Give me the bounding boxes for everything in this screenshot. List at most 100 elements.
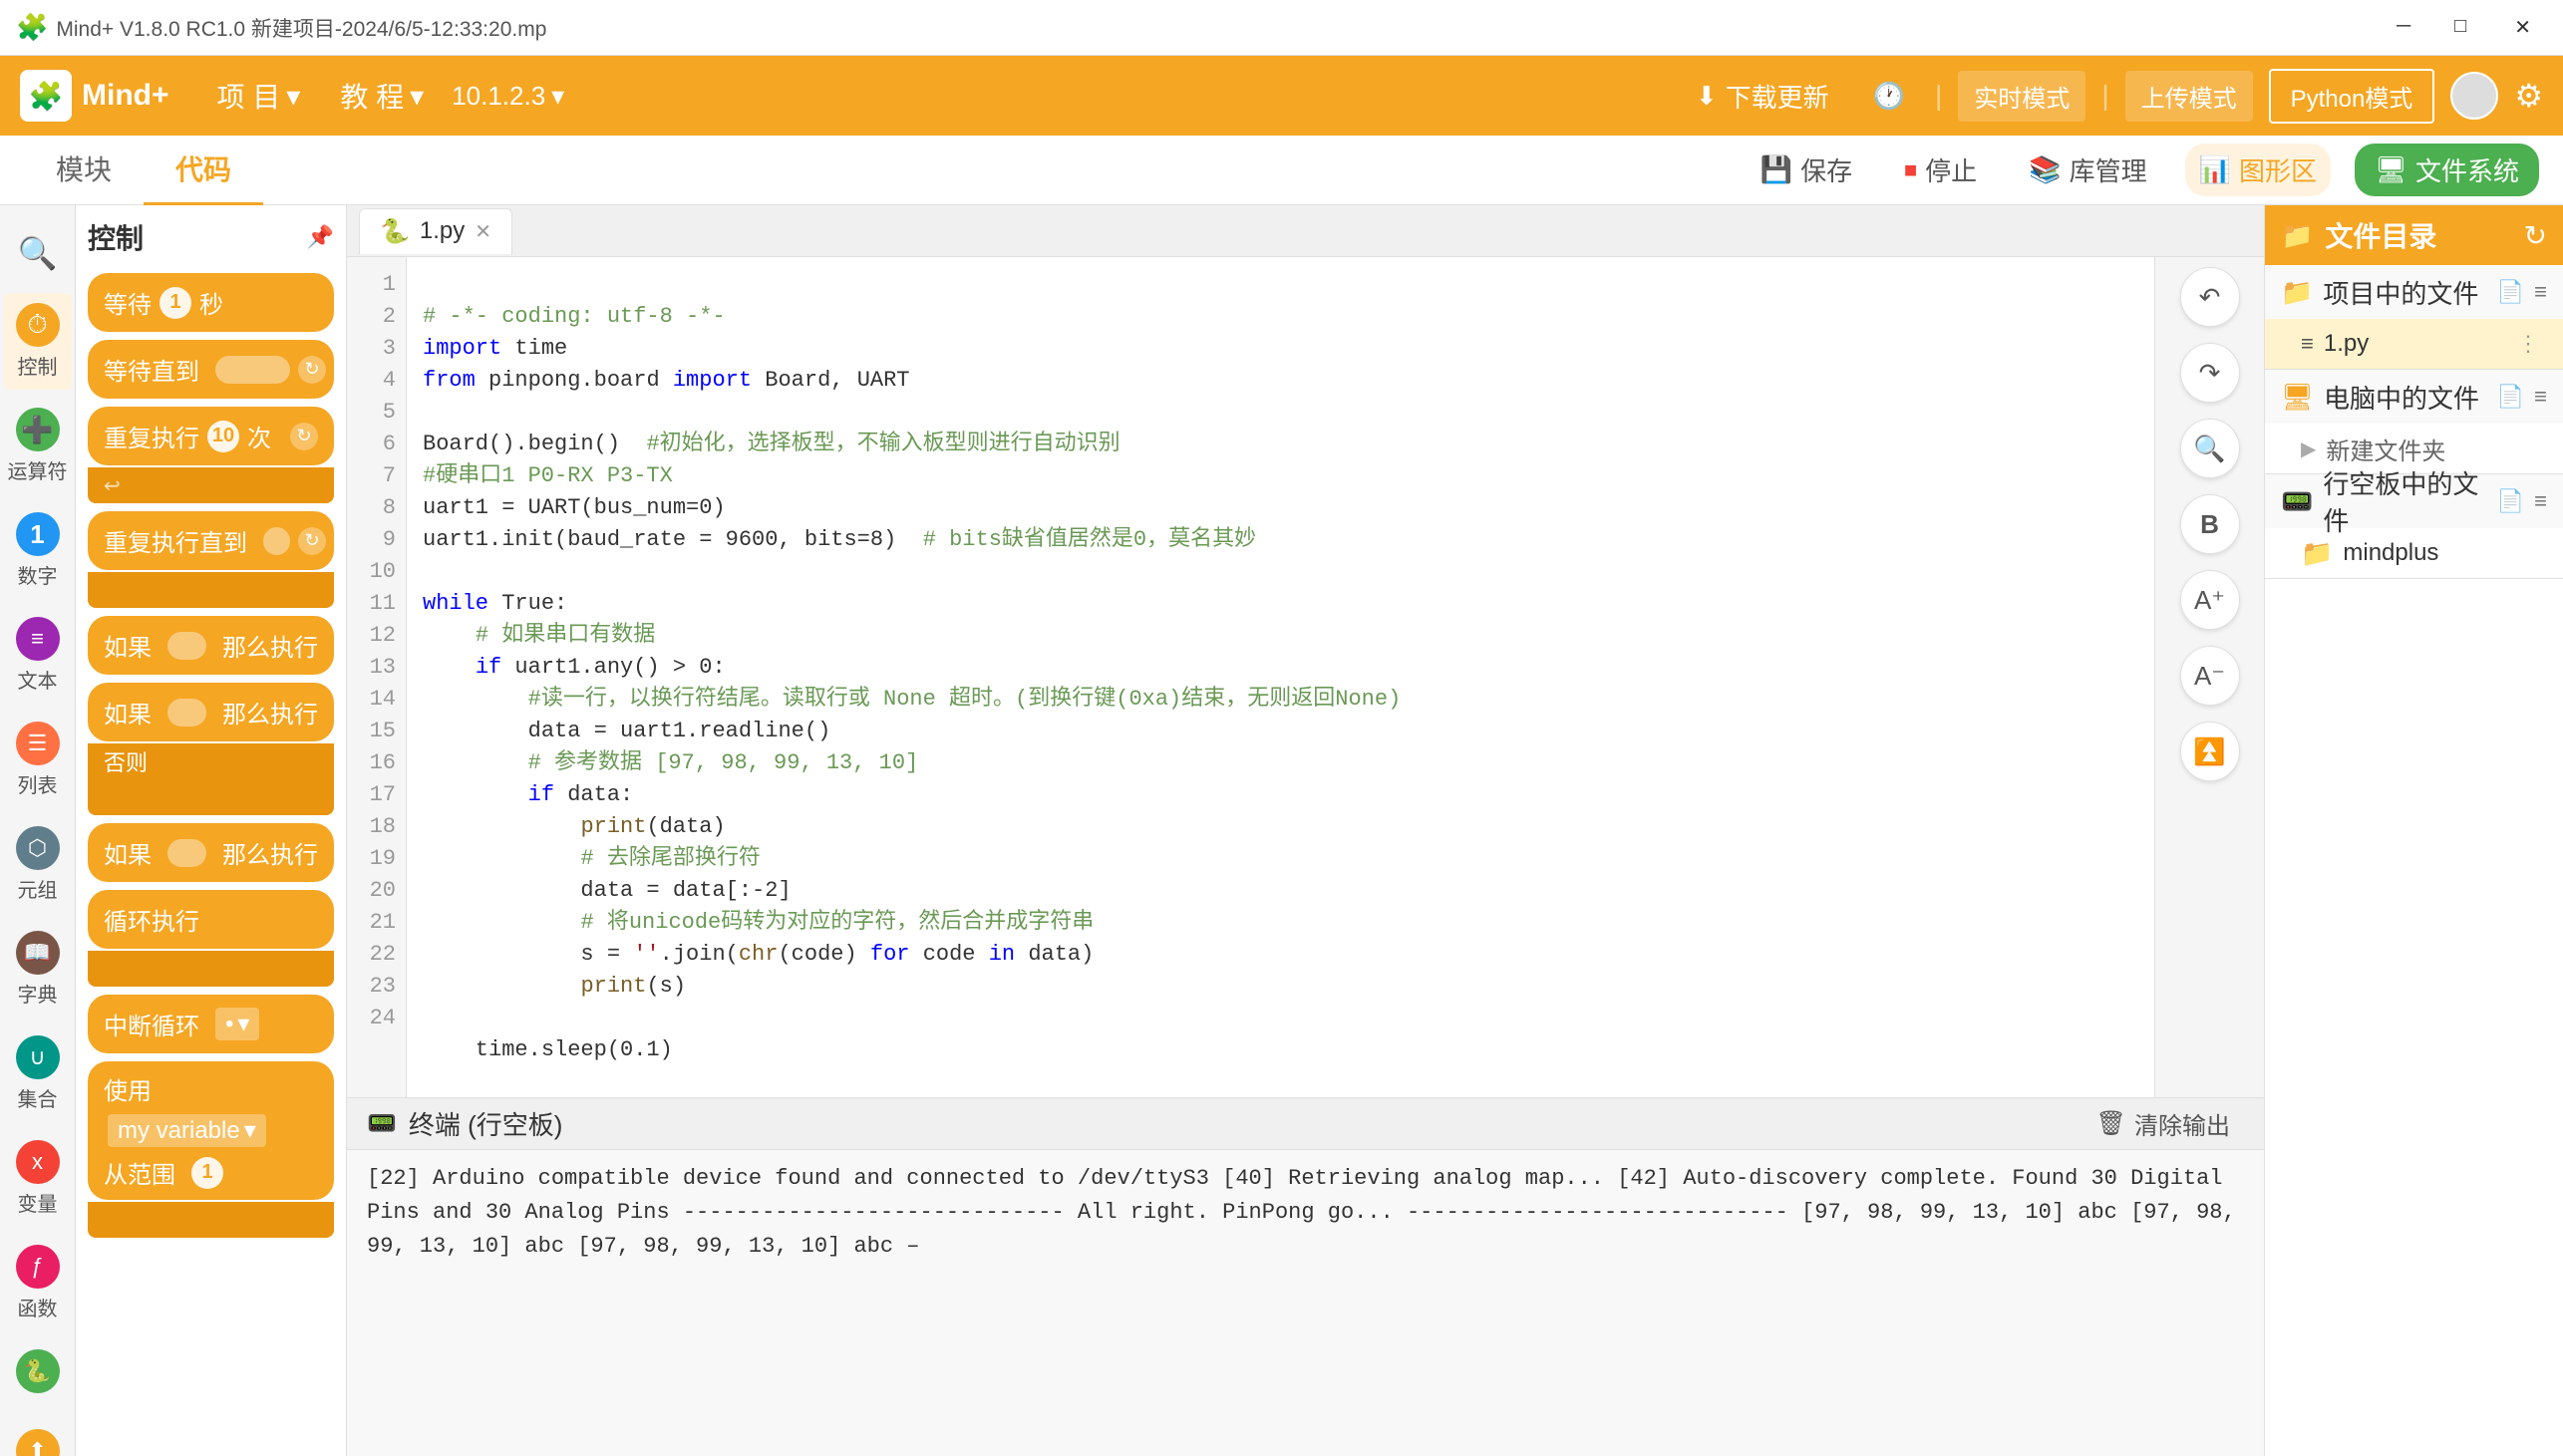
python-mode-button[interactable]: Python模式 [2269,69,2435,124]
computer-files-header[interactable]: 🖥 电脑中的文件 📄 ≡ [2265,370,2563,424]
download-update-button[interactable]: ⬇ 下载更新 [1682,70,1843,123]
board-files-header[interactable]: 📟 行空板中的文件 📄 ≡ [2265,474,2563,528]
wait-label: 等待 [104,285,152,320]
block-repeat[interactable]: 重复执行 10 次 ↻ [88,407,334,465]
text-icon: ≡ [31,626,44,652]
project-menu-icon[interactable]: ≡ [2534,279,2547,305]
realtime-clock-button[interactable]: 🕐 [1859,73,1919,120]
block-for-range[interactable]: 使用 my variable ▾ 从范围 1 [88,1061,334,1200]
variable-dropdown[interactable]: my variable ▾ [108,1114,266,1147]
sidebar-item-functions[interactable]: ƒ 函数 [4,1235,72,1331]
file-more-icon[interactable]: ⋮ [2517,331,2539,357]
sidebar-item-tuples[interactable]: ⬡ 元组 [4,816,72,913]
sidebar-item-numbers[interactable]: 1 数字 [4,502,72,599]
sidebar-item-lists[interactable]: ☰ 列表 [4,712,72,808]
version-selector[interactable]: 10.1.2.3 ▾ [452,81,564,112]
terminal-content[interactable]: [22] Arduino compatible device found and… [347,1150,2264,1456]
line-num-9: 9 [347,524,396,556]
sidebar-item-variables[interactable]: x 变量 [4,1130,72,1227]
project-files-title: 项目中的文件 [2323,274,2486,311]
block-if-then2[interactable]: 如果 那么执行 [88,683,334,741]
line-num-13: 13 [347,652,396,684]
range-badge[interactable]: 1 [191,1157,223,1189]
bold-button[interactable]: B [2180,494,2240,554]
maximize-button[interactable]: □ [2442,13,2478,42]
project-add-icon[interactable]: 📄 [2497,279,2524,305]
refresh-icon[interactable]: ↻ [2524,219,2547,252]
user-avatar[interactable] [2450,72,2498,120]
stop-button[interactable]: ⏹ 停止 [1890,144,1991,196]
search-code-button[interactable]: 🔍 [2180,419,2240,478]
sidebar-item-python[interactable]: 🐍 [4,1339,72,1403]
sidebar-item-extensions[interactable]: ⬆ 扩展 [4,1419,72,1456]
computer-add-icon[interactable]: 📄 [2497,384,2524,410]
computer-menu-icon[interactable]: ≡ [2534,384,2547,410]
code-line-15: # 参考数据 [97, 98, 99, 13, 10] [423,750,918,775]
library-button[interactable]: 📚 库管理 [2015,144,2160,196]
sidebar-icons: 🔍 ⏱ 控制 ➕ 运算符 1 数字 ≡ 文本 [0,205,76,1456]
file-item-1py[interactable]: ≡ 1.py ⋮ [2265,319,2563,369]
upload-mode-button[interactable]: 上传模式 [2125,71,2253,122]
settings-icon[interactable]: ⚙ [2514,77,2543,115]
minimize-button[interactable]: ─ [2385,13,2422,42]
block-loop[interactable]: 循环执行 [88,890,334,949]
break-dropdown[interactable]: • ▾ [215,1008,259,1040]
tutorial-menu[interactable]: 教 程 ▾ [328,68,436,124]
line-num-7: 7 [347,460,396,492]
block-if-then[interactable]: 如果 那么执行 [88,616,334,675]
project-menu[interactable]: 项 目 ▾ [205,68,313,124]
block-break[interactable]: 中断循环 • ▾ [88,995,334,1053]
block-repeat-until[interactable]: 重复执行直到 ↻ [88,511,334,570]
line-num-5: 5 [347,397,396,429]
repeat-badge[interactable]: 10 [207,421,239,452]
code-line-12: if uart1.any() > 0: [423,655,726,680]
save-button[interactable]: 💾 保存 [1747,144,1866,196]
block-if-then3[interactable]: 如果 那么执行 [88,823,334,882]
toolbar-right: ⬇ 下载更新 🕐 | 实时模式 | 上传模式 Python模式 ⚙ [1682,69,2543,124]
sidebar-item-operators[interactable]: ➕ 运算符 [4,398,72,494]
realtime-mode-button[interactable]: 实时模式 [1958,71,2085,122]
search-icon: 🔍 [18,234,58,272]
terminal-header: 📟 终端 (行空板) 🗑 清除输出 [347,1098,2264,1150]
stop-label: 停止 [1925,151,1977,188]
editor-tab-1py[interactable]: 🐍 1.py ✕ [359,208,512,254]
close-button[interactable]: ✕ [2498,13,2547,42]
repeat-body-icon: ↩ [104,473,121,498]
file-name-1py: 1.py [2324,330,2507,358]
upload-mode-label: 上传模式 [2141,86,2237,113]
goto-top-button[interactable]: ⏫ [2180,722,2240,781]
realtime-mode-label: 实时模式 [1974,86,2070,113]
line-numbers: 1 2 3 4 5 6 7 8 9 10 11 12 13 14 15 16 1… [347,257,407,1097]
sidebar-item-sets[interactable]: ∪ 集合 [4,1025,72,1122]
app-icon: 🧩 [16,12,48,43]
font-increase-button[interactable]: A⁺ [2180,570,2240,630]
sidebar-item-dict[interactable]: 📖 字典 [4,921,72,1018]
code-editor[interactable]: # -*- coding: utf-8 -*- import time from… [407,257,2154,1097]
wait-badge[interactable]: 1 [160,287,191,319]
code-line-13: #读一行，以换行符结尾。读取行或 None 超时。(到换行键(0xa)结束，无则… [423,687,1401,712]
board-add-icon[interactable]: 📄 [2497,488,2524,514]
computer-files-title: 电脑中的文件 [2324,379,2487,416]
project-folder-icon: 📁 [2281,277,2313,308]
clear-output-button[interactable]: 🗑 清除输出 [2082,1100,2244,1147]
board-menu-icon[interactable]: ≡ [2534,488,2547,514]
tab-blocks[interactable]: 模块 [24,136,144,205]
graph-button[interactable]: 📊 图形区 [2185,144,2331,196]
filesystem-button[interactable]: 🖥 文件系统 [2355,144,2539,196]
code-line-14: data = uart1.readline() [423,719,830,743]
sidebar-item-control[interactable]: ⏱ 控制 [4,293,72,390]
sidebar-search[interactable]: 🔍 [4,221,72,285]
block-wait-until[interactable]: 等待直到 ↻ [88,340,334,399]
tab-close-button[interactable]: ✕ [475,219,491,244]
pin-icon[interactable]: 📌 [307,224,334,250]
redo-button[interactable]: ↷ [2180,343,2240,403]
undo-button[interactable]: ↶ [2180,267,2240,327]
line-num-1: 1 [347,269,396,301]
download-icon: ⬇ [1696,81,1718,112]
project-files-header[interactable]: 📁 项目中的文件 📄 ≡ [2265,265,2563,319]
font-decrease-button[interactable]: A⁻ [2180,646,2240,706]
block-wait[interactable]: 等待 1 秒 [88,273,334,332]
terminal-title: 终端 (行空板) [409,1105,563,1142]
sidebar-item-text[interactable]: ≡ 文本 [4,607,72,704]
tab-code[interactable]: 代码 [144,136,263,205]
